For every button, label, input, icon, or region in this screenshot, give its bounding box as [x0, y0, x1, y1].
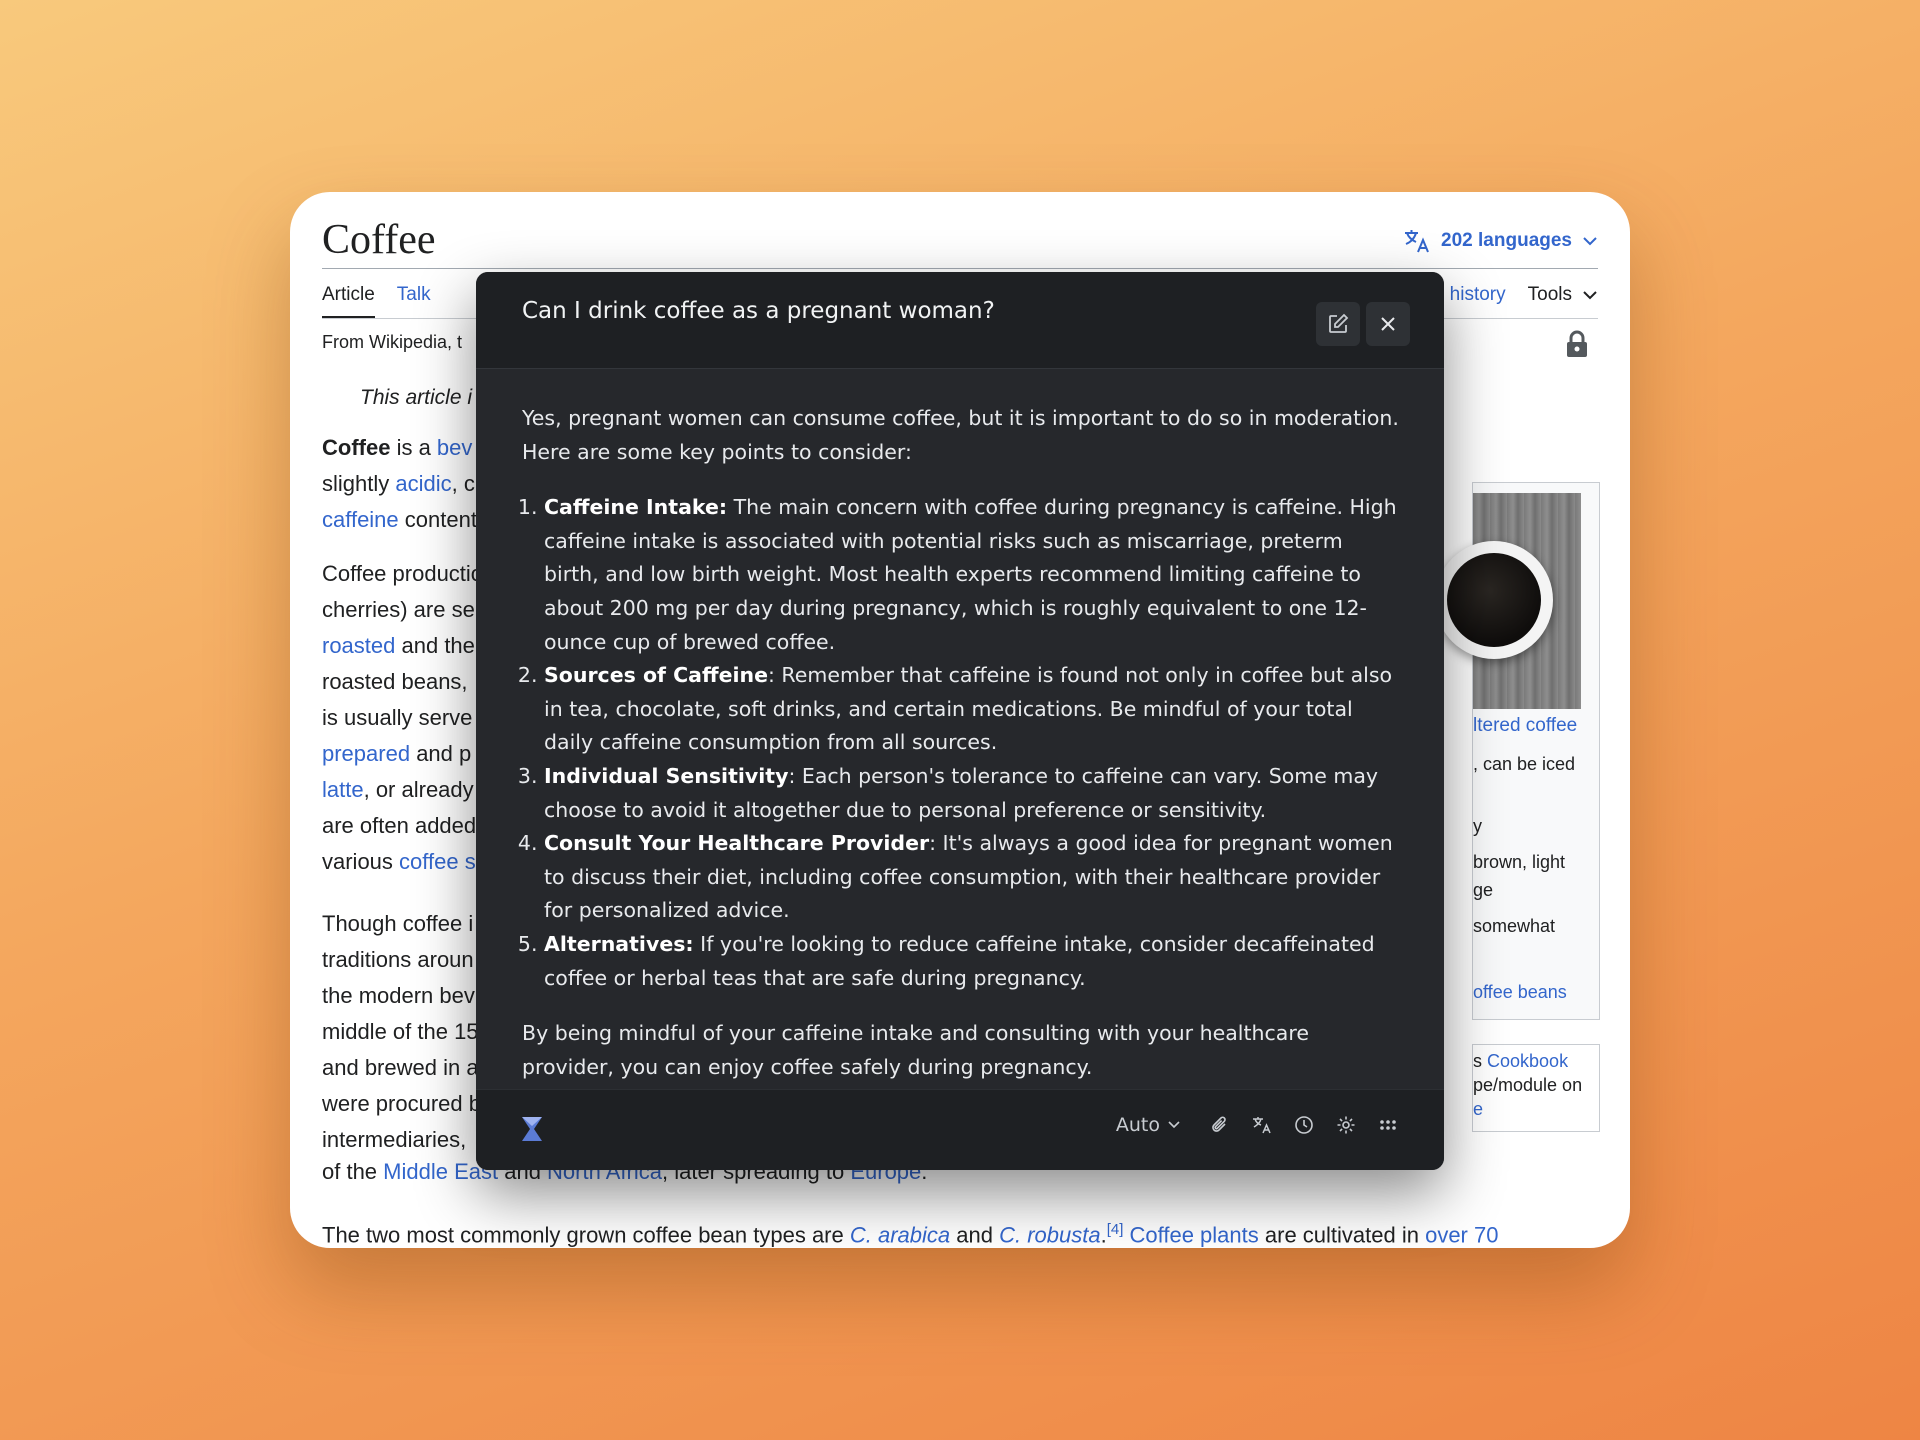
link-coffee-species[interactable]: coffee s — [399, 849, 476, 874]
link-coffee-plants[interactable]: Coffee plants — [1130, 1222, 1259, 1247]
cookbook-box: s Cookbook pe/module on e — [1472, 1044, 1600, 1132]
tab-history[interactable]: history — [1450, 284, 1506, 306]
link-caffeine[interactable]: caffeine — [322, 507, 399, 532]
question-text: Can I drink coffee as a pregnant woman? — [522, 298, 995, 324]
citation-4[interactable]: [4] — [1107, 1221, 1124, 1238]
list-item: Consult Your Healthcare Provider: It's a… — [544, 827, 1402, 928]
translate-icon — [1405, 230, 1429, 253]
tools-menu-button[interactable]: Tools — [1528, 284, 1598, 306]
link-cookbook[interactable]: Cookbook — [1487, 1051, 1568, 1071]
bean-types-paragraph: The two most commonly grown coffee bean … — [322, 1221, 1499, 1248]
dialog-footer: Auto — [476, 1089, 1444, 1170]
answer-points: Caffeine Intake: The main concern with c… — [522, 491, 1402, 995]
dialog-header: Can I drink coffee as a pregnant woman? — [476, 272, 1444, 369]
list-item: Sources of Caffeine: Remember that caffe… — [544, 659, 1402, 760]
chevron-down-icon — [1583, 237, 1597, 246]
article-subject: Coffee — [322, 435, 391, 460]
clock-icon[interactable] — [1294, 1115, 1314, 1135]
model-select[interactable]: Auto — [1116, 1114, 1180, 1136]
list-item: Alternatives: If you're looking to reduc… — [544, 928, 1402, 995]
site-subtitle: From Wikipedia, t — [322, 332, 463, 352]
infobox-row: somewhat — [1473, 916, 1556, 936]
infobox-caption-link[interactable]: ltered coffee — [1473, 715, 1577, 737]
tools-label: Tools — [1527, 284, 1572, 305]
ai-answer-dialog: Can I drink coffee as a pregnant woman? … — [476, 272, 1444, 1170]
hatnote: This article i — [360, 386, 473, 409]
chevron-down-icon — [1583, 291, 1597, 300]
dialog-toolbar: Auto — [1116, 1114, 1398, 1136]
infobox-row: , can be iced — [1473, 754, 1576, 774]
link-over-70[interactable]: over 70 — [1425, 1222, 1498, 1247]
link-roasted[interactable]: roasted — [322, 633, 395, 658]
close-icon — [1381, 317, 1395, 331]
infobox-link-coffee-beans[interactable]: offee beans — [1473, 979, 1567, 1005]
link-latte[interactable]: latte — [322, 777, 364, 802]
coffee-cup-image[interactable] — [1435, 493, 1581, 709]
list-item: Caffeine Intake: The main concern with c… — [544, 491, 1402, 659]
infobox-row: y — [1473, 816, 1482, 836]
cookbook-text: pe/module on — [1473, 1075, 1583, 1095]
answer-intro: Yes, pregnant women can consume coffee, … — [522, 406, 1399, 464]
tab-talk[interactable]: Talk — [397, 284, 431, 319]
hourglass-logo-icon[interactable] — [520, 1116, 544, 1142]
link-prepared[interactable]: prepared — [322, 741, 410, 766]
cookbook-link[interactable]: e — [1473, 1097, 1483, 1121]
list-item: Individual Sensitivity: Each person's to… — [544, 760, 1402, 827]
link-c-robusta[interactable]: C. robusta — [999, 1222, 1101, 1247]
link-acidic[interactable]: acidic — [395, 471, 451, 496]
page-title: Coffee — [322, 217, 436, 263]
model-select-value: Auto — [1115, 1114, 1160, 1136]
gear-icon[interactable] — [1336, 1115, 1356, 1135]
view-tabs: history Tools — [1450, 284, 1598, 306]
lock-icon[interactable] — [1566, 330, 1588, 358]
infobox-row: ge — [1473, 880, 1494, 900]
chevron-down-icon — [1168, 1121, 1180, 1129]
edit-question-button[interactable] — [1316, 302, 1360, 346]
translate-icon[interactable] — [1252, 1115, 1272, 1135]
language-count: 202 languages — [1441, 230, 1572, 251]
answer-body: Yes, pregnant women can consume coffee, … — [522, 402, 1402, 1084]
paperclip-icon[interactable] — [1210, 1115, 1230, 1135]
infobox: ltered coffee , can be iced y brown, lig… — [1435, 482, 1600, 1020]
namespace-tabs: Article Talk — [322, 284, 431, 319]
tab-article[interactable]: Article — [322, 284, 375, 319]
grid-dots-icon[interactable] — [1378, 1115, 1398, 1135]
link-c-arabica[interactable]: C. arabica — [850, 1222, 950, 1247]
language-selector-button[interactable]: 202 languages — [1403, 228, 1598, 254]
link-beverage[interactable]: bev — [437, 435, 472, 460]
edit-icon — [1329, 313, 1349, 333]
infobox-row: brown, light — [1473, 852, 1566, 872]
close-dialog-button[interactable] — [1366, 302, 1410, 346]
title-divider — [322, 268, 1598, 269]
answer-conclusion: By being mindful of your caffeine intake… — [522, 1021, 1309, 1079]
